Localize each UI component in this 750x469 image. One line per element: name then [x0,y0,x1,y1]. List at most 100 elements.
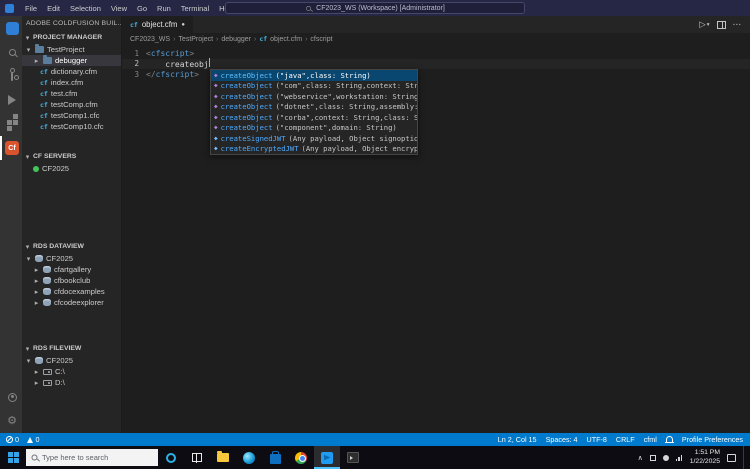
tray-icon[interactable] [649,454,656,461]
tree-item-drive-d[interactable]: ▸ D:\ [22,377,121,388]
suggestion-item[interactable]: ◆ createObject ("java",class: String) [211,70,417,81]
start-button[interactable] [0,446,26,469]
vscode-icon[interactable] [314,446,340,469]
menu-view[interactable]: View [106,4,132,13]
breadcrumb-workspace[interactable]: CF2023_WS [130,36,170,43]
indentation-setting[interactable]: Spaces: 4 [546,435,578,444]
cfml-file-icon: cf [40,78,48,87]
menu-go[interactable]: Go [132,4,152,13]
tree-item-label: cfbookclub [54,276,91,285]
taskbar-clock[interactable]: 1:51 PM 1/22/2025 [690,449,720,465]
breadcrumb-project[interactable]: TestProject [178,36,213,43]
coldfusion-icon[interactable]: Cf [0,136,22,160]
tab-object-cfm[interactable]: cf object.cfm ● [122,16,194,33]
menu-terminal[interactable]: Terminal [176,4,214,13]
chrome-icon[interactable] [288,446,314,469]
tree-item-cfbookclub[interactable]: ▸ cfbookclub [22,275,121,286]
search-icon [306,5,312,11]
more-actions-icon[interactable]: ⋯ [733,19,742,30]
menu-selection[interactable]: Selection [65,4,106,13]
tree-item-label: dictionary.cfm [50,67,98,76]
task-view-icon[interactable] [184,446,210,469]
chevron-right-icon: › [305,35,308,43]
search-icon[interactable] [0,40,22,64]
run-debug-icon[interactable] [0,88,22,112]
suggestion-item[interactable]: ◆ createObject ("corba",context: String,cl… [211,112,417,123]
folder-icon [217,451,229,462]
edge-icon[interactable] [236,446,262,469]
terminal-icon[interactable] [340,446,366,469]
tree-item-cf2025-server[interactable]: CF2025 [22,163,121,174]
code-area[interactable]: 1 <cfscript> 2 createobj 3 </cfscript> ◆… [122,45,750,433]
builder-home-icon[interactable] [0,16,22,40]
show-desktop-button[interactable] [743,446,746,469]
source-control-icon[interactable] [0,64,22,88]
code-line-1[interactable]: 1 <cfscript> [122,48,750,59]
notifications-bell-icon[interactable] [664,436,674,443]
tree-item-rds-cf2025[interactable]: ▾ CF2025 [22,253,121,264]
line-number: 3 [134,69,139,79]
network-icon[interactable] [675,454,683,461]
suggestion-item[interactable]: ◆ createEncryptedJWT (Any payload, Object … [211,144,417,155]
cf-badge-icon: Cf [5,141,19,155]
split-editor-icon[interactable] [716,20,726,29]
section-rds-dataview[interactable]: ▾ RDS DATAVIEW [22,240,121,253]
modified-dot-icon[interactable]: ● [181,22,185,28]
suggestion-detail: ("webservice",workstation: String) [275,91,417,101]
run-button[interactable]: ▷ ▾ [699,19,709,30]
tree-item-cfartgallery[interactable]: ▸ cfartgallery [22,264,121,275]
code-line-2[interactable]: 2 createobj [122,58,750,69]
suggestion-detail: ("com",class: String,context: String,… [275,81,417,91]
suggestion-match: createSignedJWT [220,133,286,143]
tree-item-dictionary-cfm[interactable]: cf dictionary.cfm [22,66,121,77]
tree-item-test-cfm[interactable]: cf test.cfm [22,88,121,99]
language-mode[interactable]: cfml [644,435,657,444]
tray-chevron-icon[interactable]: ∧ [638,454,643,462]
suggestion-item[interactable]: ◆ createObject ("component",domain: String… [211,123,417,134]
settings-gear-icon[interactable]: ⚙ [0,409,22,433]
problems-warnings[interactable]: 0 [27,435,40,444]
suggestion-item[interactable]: ◆ createObject ("webservice",workstation: … [211,91,417,102]
tree-item-testcomp1-cfc[interactable]: cf testComp1.cfc [22,110,121,121]
tree-item-fileview-cf2025[interactable]: ▾ CF2025 [22,355,121,366]
menu-edit[interactable]: Edit [42,4,65,13]
tree-item-testcomp10-cfc[interactable]: cf testComp10.cfc [22,121,121,132]
cortana-icon[interactable] [158,446,184,469]
profile-preferences[interactable]: Profile Preferences [682,435,743,444]
tree-item-testproject[interactable]: ▾ TestProject [22,44,121,55]
tree-item-label: cfcodeexplorer [54,298,104,307]
command-center[interactable]: CF2023_WS (Workspace) [Administrator] [225,2,525,14]
store-icon[interactable] [262,446,288,469]
menu-run[interactable]: Run [152,4,176,13]
suggestion-detail: ("dotnet",class: String,assembly: Str… [275,102,417,112]
breadcrumb-symbol[interactable]: cfscript [310,36,332,43]
breadcrumb-file[interactable]: object.cfm [270,36,302,43]
section-rds-fileview[interactable]: ▾ RDS FILEVIEW [22,342,121,355]
tree-item-debugger[interactable]: ▸ debugger [22,55,121,66]
suggestion-item[interactable]: ◆ createSignedJWT (Any payload, Object sig… [211,133,417,144]
menu-file[interactable]: File [20,4,42,13]
taskbar-search[interactable] [26,449,158,466]
tree-item-cfdocexamples[interactable]: ▸ cfdocexamples [22,286,121,297]
tree-item-cfcodeexplorer[interactable]: ▸ cfcodeexplorer [22,297,121,308]
taskbar-search-input[interactable] [42,453,147,462]
eol-setting[interactable]: CRLF [616,435,635,444]
suggestion-item[interactable]: ◆ createObject ("dotnet",class: String,ass… [211,102,417,113]
suggestion-item[interactable]: ◆ createObject ("com",class: String,contex… [211,81,417,92]
cursor-position[interactable]: Ln 2, Col 15 [498,435,537,444]
account-icon[interactable] [0,385,22,409]
extensions-icon[interactable] [0,112,22,136]
tree-item-testcomp-cfm[interactable]: cf testComp.cfm [22,99,121,110]
file-explorer-icon[interactable] [210,446,236,469]
encoding-setting[interactable]: UTF-8 [587,435,607,444]
section-project-manager[interactable]: ▾ PROJECT MANAGER [22,31,121,44]
tree-item-index-cfm[interactable]: cf index.cfm [22,77,121,88]
section-cf-servers[interactable]: ▾ CF SERVERS [22,150,121,163]
system-tray: ∧ 1:51 PM 1/22/2025 [638,446,750,469]
notification-center-icon[interactable] [727,453,736,462]
problems-errors[interactable]: 0 [6,435,19,444]
sidebar-title-label: ADOBE COLDFUSION BUIL... [26,20,122,27]
tree-item-drive-c[interactable]: ▸ C:\ [22,366,121,377]
tray-icon[interactable] [662,454,669,461]
breadcrumb-folder[interactable]: debugger [221,36,251,43]
